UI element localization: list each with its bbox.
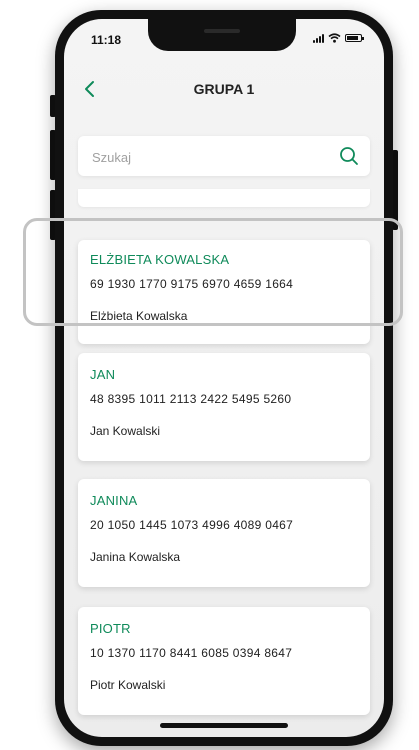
contact-recipient-name: Elżbieta Kowalska bbox=[90, 309, 188, 323]
contact-recipient-name: Jan Kowalski bbox=[90, 424, 161, 438]
contact-recipient-name: Janina Kowalska bbox=[90, 550, 181, 564]
contact-card[interactable]: JAN 48 8395 1011 2113 2422 5495 5260 Jan… bbox=[78, 353, 370, 461]
phone-screen: 11:18 GRUPA 1 Szukaj ELŻBIETA KOWALSKA 6… bbox=[64, 19, 384, 737]
header: GRUPA 1 bbox=[64, 75, 384, 107]
contact-recipient-name: Piotr Kowalski bbox=[90, 678, 166, 692]
contact-card[interactable]: JANINA 20 1050 1445 1073 4996 4089 0467 … bbox=[78, 479, 370, 587]
battery-icon bbox=[345, 34, 364, 42]
speaker-grille bbox=[204, 29, 240, 33]
signal-icon bbox=[313, 33, 324, 43]
list-item-partial bbox=[78, 189, 370, 207]
search-icon[interactable] bbox=[338, 145, 360, 167]
contact-card[interactable]: PIOTR 10 1370 1170 8441 6085 0394 8647 P… bbox=[78, 607, 370, 715]
contact-account-number: 20 1050 1445 1073 4996 4089 0467 bbox=[90, 518, 294, 532]
wifi-icon bbox=[328, 33, 341, 43]
phone-frame: 11:18 GRUPA 1 Szukaj ELŻBIETA KOWALSKA 6… bbox=[55, 10, 393, 746]
contact-card[interactable]: ELŻBIETA KOWALSKA 69 1930 1770 9175 6970… bbox=[78, 240, 370, 344]
search-bar bbox=[78, 136, 370, 176]
phone-notch bbox=[148, 19, 296, 51]
contact-account-number: 48 8395 1011 2113 2422 5495 5260 bbox=[90, 392, 292, 406]
contact-account-number: 10 1370 1170 8441 6085 0394 8647 bbox=[90, 646, 293, 660]
page-title: GRUPA 1 bbox=[193, 81, 255, 97]
contact-account-number: 69 1930 1770 9175 6970 4659 1664 bbox=[90, 277, 294, 291]
contact-alias: JANINA bbox=[90, 493, 138, 508]
search-input[interactable] bbox=[90, 146, 324, 168]
contact-alias: PIOTR bbox=[90, 621, 131, 636]
home-indicator[interactable] bbox=[160, 723, 288, 728]
contact-alias: JAN bbox=[90, 367, 116, 382]
status-icons bbox=[313, 33, 364, 43]
contact-alias: ELŻBIETA KOWALSKA bbox=[90, 252, 230, 267]
status-time: 11:18 bbox=[91, 33, 122, 47]
